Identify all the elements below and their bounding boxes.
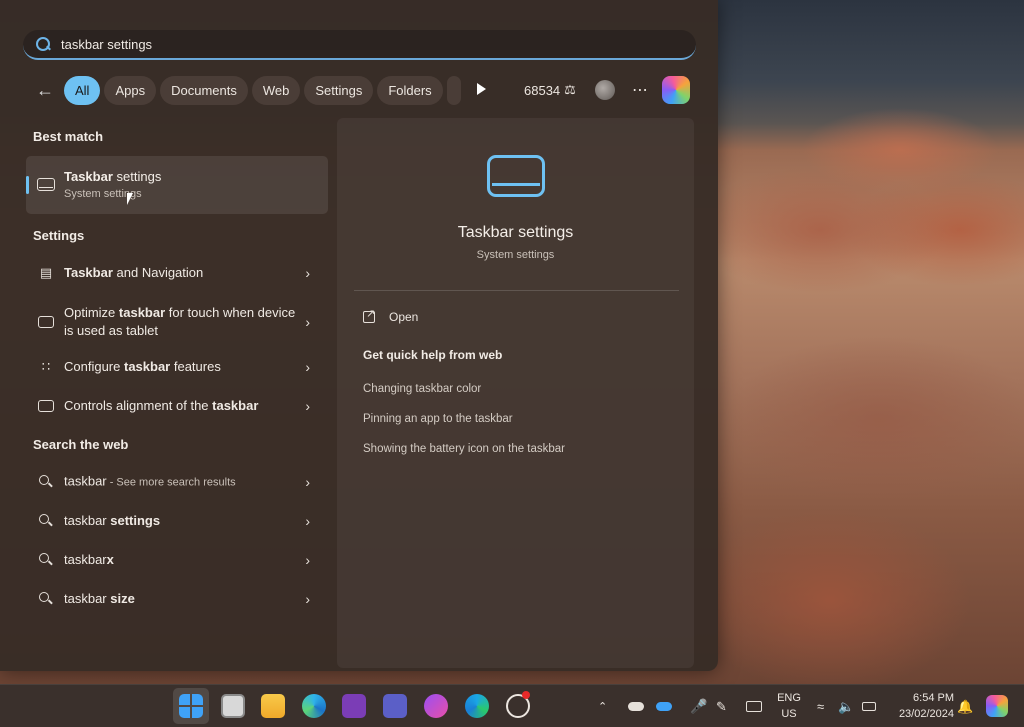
search-box[interactable]	[23, 30, 696, 60]
notification-badge	[522, 691, 530, 699]
web-item-taskbar-settings[interactable]: taskbar settings ›	[26, 503, 328, 539]
tablet-icon	[38, 316, 54, 328]
time: 6:54 PM	[913, 692, 954, 704]
chevron-right-icon: ›	[305, 474, 310, 490]
chevron-right-icon: ›	[305, 359, 310, 375]
quick-help-heading: Get quick help from web	[363, 348, 503, 362]
settings-item-optimize-touch[interactable]: Optimize taskbar for touch when device i…	[26, 302, 328, 342]
filter-all[interactable]: All	[64, 75, 101, 105]
windows-start-icon[interactable]	[179, 694, 203, 718]
web-item-taskbarx[interactable]: taskbarx ›	[26, 542, 328, 578]
onenote-icon[interactable]	[342, 694, 366, 718]
microphone-icon[interactable]: 🎤	[690, 685, 707, 727]
settings-item-configure-features[interactable]: ∷ Configure taskbar features ›	[26, 349, 328, 385]
open-label: Open	[389, 310, 419, 324]
settings-item-taskbar-navigation[interactable]: ▤ Taskbar and Navigation ›	[26, 255, 328, 291]
avatar[interactable]	[595, 80, 615, 100]
chevron-right-icon: ›	[305, 314, 310, 330]
onedrive-business-icon[interactable]	[656, 702, 672, 711]
help-link[interactable]: Pinning an app to the taskbar	[363, 413, 513, 425]
monitor-icon: ▤	[39, 265, 53, 280]
settings-item-label: Configure taskbar features	[64, 359, 221, 374]
web-item-label: taskbarx	[64, 552, 114, 567]
chevron-right-icon: ›	[305, 513, 310, 529]
web-item-label: taskbar settings	[64, 513, 161, 528]
battery-icon[interactable]	[862, 702, 876, 711]
search-icon	[38, 475, 54, 489]
tray-chevron-up-icon[interactable]: ⌃	[598, 685, 607, 727]
taskbar-icon	[38, 400, 54, 412]
filter-scroll-play-icon[interactable]	[476, 82, 488, 96]
web-item-taskbar-size[interactable]: taskbar size ›	[26, 581, 328, 617]
search-icon	[38, 592, 54, 606]
taskbar-icon	[37, 178, 55, 191]
copilot-taskbar-icon[interactable]	[986, 695, 1008, 717]
task-view-icon[interactable]	[221, 694, 245, 718]
preview-title: Taskbar settings	[457, 224, 574, 241]
search-icon	[35, 36, 51, 52]
chevron-right-icon: ›	[305, 265, 310, 281]
settings-item-label: Taskbar and Navigation	[64, 265, 204, 280]
wifi-icon[interactable]: ≈	[817, 685, 824, 727]
language-code: ENG	[777, 692, 801, 704]
taskbar: ⌃ 🎤 ✎ ENG US ≈ 🔈 6:54 PM 23/02/2024 🔔	[0, 684, 1024, 727]
settings-heading: Settings	[33, 228, 85, 243]
mouse-cursor	[127, 193, 133, 205]
date: 23/02/2024	[898, 708, 954, 720]
search-icon	[38, 514, 54, 528]
copilot-icon[interactable]	[662, 76, 690, 104]
language-indicator[interactable]: ENG US	[776, 690, 802, 722]
preview-subtitle: System settings	[476, 249, 555, 261]
filter-bar: ← All Apps Documents Web Settings Folder…	[30, 74, 465, 106]
search-input[interactable]	[61, 36, 661, 52]
web-item-taskbar[interactable]: taskbar - See more search results ›	[26, 464, 328, 500]
open-external-icon	[363, 307, 375, 323]
search-icon	[38, 553, 54, 567]
search-web-heading: Search the web	[33, 437, 129, 452]
edge-icon[interactable]	[302, 694, 326, 718]
web-item-label: taskbar size	[64, 591, 135, 606]
more-options-icon[interactable]: ⋯	[632, 80, 649, 100]
settings-item-label: Optimize taskbar for touch when device i…	[64, 305, 296, 338]
best-match-title: Taskbar settings	[64, 169, 162, 184]
clock[interactable]: 6:54 PM 23/02/2024	[888, 690, 954, 722]
chevron-right-icon: ›	[305, 552, 310, 568]
trophy-icon: ⚖	[564, 82, 576, 97]
rewards-points[interactable]: 68534 ⚖	[524, 82, 576, 98]
open-action[interactable]: Open	[363, 307, 419, 324]
filter-web[interactable]: Web	[251, 75, 301, 105]
rewards-points-value: 68534	[524, 82, 561, 98]
filter-documents[interactable]: Documents	[160, 75, 248, 105]
chevron-right-icon: ›	[305, 398, 310, 414]
volume-icon[interactable]: 🔈	[838, 685, 854, 727]
settings-item-alignment[interactable]: Controls alignment of the taskbar ›	[26, 388, 328, 424]
taskbar-icon	[487, 155, 545, 197]
teams-icon[interactable]	[383, 694, 407, 718]
filter-settings[interactable]: Settings	[304, 75, 374, 105]
divider	[354, 290, 679, 291]
region-code: US	[781, 708, 797, 720]
preview-panel: Taskbar settings System settings Open Ge…	[337, 118, 694, 668]
search-flyout: ← All Apps Documents Web Settings Folder…	[0, 0, 718, 671]
help-link[interactable]: Changing taskbar color	[363, 383, 481, 395]
best-match-item[interactable]: Taskbar settings System settings	[26, 156, 328, 214]
best-match-heading: Best match	[33, 129, 104, 144]
keyboard-icon[interactable]	[746, 701, 762, 712]
web-item-label: taskbar - See more search results	[64, 473, 236, 489]
selection-indicator	[26, 176, 29, 194]
chevron-right-icon: ›	[305, 591, 310, 607]
notification-bell-icon[interactable]: 🔔	[957, 685, 973, 727]
filter-folders[interactable]: Folders	[377, 75, 443, 105]
settings-item-label: Controls alignment of the taskbar	[64, 398, 259, 413]
filter-more-cut[interactable]	[446, 75, 461, 105]
pen-icon[interactable]: ✎	[716, 685, 727, 727]
back-arrow-icon[interactable]: ←	[30, 75, 60, 105]
filter-apps[interactable]: Apps	[104, 75, 157, 105]
sliders-icon: ∷	[41, 359, 51, 374]
file-explorer-icon[interactable]	[261, 694, 285, 718]
edge-dev-icon[interactable]	[465, 694, 489, 718]
clipchamp-icon[interactable]	[424, 694, 448, 718]
help-link[interactable]: Showing the battery icon on the taskbar	[363, 443, 565, 455]
onedrive-icon[interactable]	[628, 702, 644, 711]
